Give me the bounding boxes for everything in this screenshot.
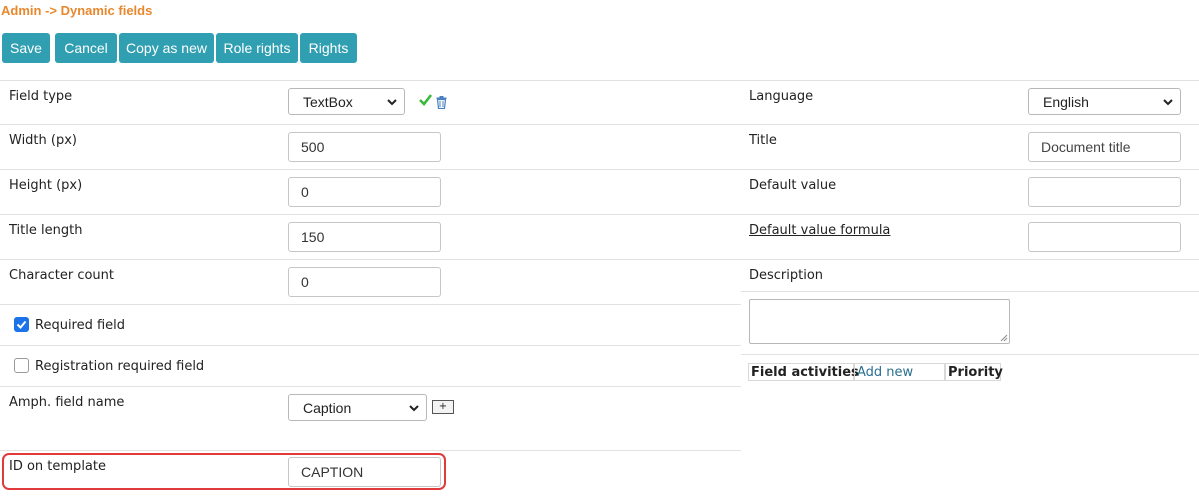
rights-button[interactable]: Rights — [300, 33, 357, 63]
divider — [0, 80, 1199, 81]
amph-field-name-label: Amph. field name — [9, 395, 125, 410]
cancel-button[interactable]: Cancel — [55, 33, 117, 63]
chevron-down-icon — [387, 99, 397, 106]
required-field-checkbox[interactable] — [14, 317, 29, 332]
chevron-down-icon — [1163, 99, 1173, 106]
title-input[interactable]: Document title — [1028, 132, 1181, 162]
default-value-formula-link[interactable]: Default value formula — [749, 223, 890, 238]
trash-icon[interactable] — [436, 96, 447, 109]
language-select[interactable]: English — [1028, 88, 1181, 115]
field-type-value: TextBox — [303, 93, 353, 110]
description-textarea[interactable] — [749, 299, 1010, 344]
field-activities-table: Field activities Add new Priority — [748, 363, 1003, 381]
id-on-template-label: ID on template — [9, 459, 106, 474]
divider — [0, 386, 741, 387]
divider — [0, 124, 1199, 125]
width-input[interactable]: 500 — [288, 132, 441, 162]
copy-as-new-button[interactable]: Copy as new — [119, 33, 214, 63]
divider — [741, 291, 1199, 292]
title-length-value: 150 — [301, 229, 325, 245]
required-field-label: Required field — [35, 318, 126, 333]
default-value-input[interactable] — [1028, 177, 1181, 207]
divider — [0, 450, 741, 451]
registration-required-checkbox[interactable] — [14, 358, 29, 373]
default-value-formula-input[interactable] — [1028, 222, 1181, 252]
character-count-input[interactable]: 0 — [288, 267, 441, 297]
description-label: Description — [749, 268, 824, 283]
character-count-value: 0 — [301, 274, 309, 290]
amph-field-name-value: Caption — [303, 399, 352, 416]
title-length-input[interactable]: 150 — [288, 222, 441, 252]
field-type-label: Field type — [9, 89, 73, 104]
height-label: Height (px) — [9, 178, 83, 193]
title-placeholder: Document title — [1041, 139, 1131, 155]
checkmark-icon[interactable] — [419, 94, 432, 106]
height-input[interactable]: 0 — [288, 177, 441, 207]
add-field-name-button[interactable]: + — [432, 400, 454, 414]
divider — [0, 304, 741, 305]
checkmark-icon — [16, 320, 27, 329]
save-button[interactable]: Save — [2, 33, 50, 63]
character-count-label: Character count — [9, 268, 114, 283]
priority-header: Priority — [945, 363, 1003, 381]
width-label: Width (px) — [9, 133, 77, 148]
role-rights-button[interactable]: Role rights — [216, 33, 298, 63]
height-value: 0 — [301, 184, 309, 200]
id-on-template-input[interactable]: CAPTION — [288, 457, 441, 487]
registration-required-label: Registration required field — [35, 359, 205, 374]
title-label: Title — [749, 133, 777, 148]
resize-handle-icon[interactable] — [1000, 334, 1008, 342]
chevron-down-icon — [409, 405, 419, 412]
divider — [0, 345, 741, 346]
language-value: English — [1043, 93, 1089, 110]
id-on-template-value: CAPTION — [301, 464, 364, 480]
field-activities-header: Field activities — [748, 363, 859, 381]
divider — [741, 354, 1199, 355]
divider — [0, 214, 1199, 215]
breadcrumb: Admin -> Dynamic fields — [1, 3, 153, 18]
divider — [0, 259, 1199, 260]
amph-field-name-select[interactable]: Caption — [288, 394, 427, 421]
width-value: 500 — [301, 139, 325, 155]
title-length-label: Title length — [9, 223, 83, 238]
add-new-link[interactable]: Add new — [854, 363, 945, 381]
default-value-label: Default value — [749, 178, 837, 193]
divider — [0, 169, 1199, 170]
field-type-select[interactable]: TextBox — [288, 88, 405, 115]
language-label: Language — [749, 89, 814, 104]
